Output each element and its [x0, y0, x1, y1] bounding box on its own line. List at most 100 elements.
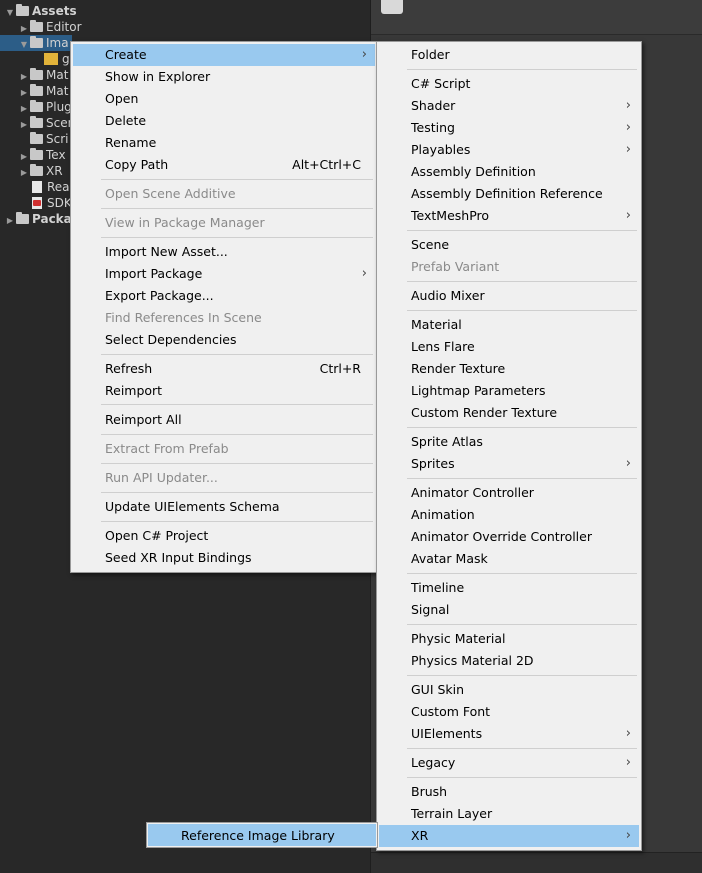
collapse-arrow-icon[interactable]: ▶ — [18, 117, 30, 133]
menu-item-xr[interactable]: XR › — [379, 825, 639, 847]
menu-item-playables[interactable]: Playables › — [379, 139, 639, 161]
menu-item-show-in-explorer[interactable]: Show in Explorer — [73, 66, 375, 88]
menu-item-scene[interactable]: Scene — [379, 234, 639, 256]
tree-item-materials[interactable]: ▶ Mat — [18, 67, 68, 83]
tree-item-textures[interactable]: ▶ Tex — [18, 147, 66, 163]
menu-item-label: C# Script — [411, 76, 471, 91]
menu-item-brush[interactable]: Brush — [379, 781, 639, 803]
tree-item-image-file[interactable]: g — [44, 51, 70, 67]
tree-label: Mat — [46, 84, 69, 98]
menu-item-material[interactable]: Material — [379, 314, 639, 336]
menu-item-reference-image-library[interactable]: Reference Image Library — [146, 822, 378, 848]
menu-item-terrain-layer[interactable]: Terrain Layer — [379, 803, 639, 825]
menu-item-textmeshpro[interactable]: TextMeshPro › — [379, 205, 639, 227]
menu-item-physics-material-2d[interactable]: Physics Material 2D — [379, 650, 639, 672]
menu-item-import-new-asset[interactable]: Import New Asset... — [73, 241, 375, 263]
menu-separator — [407, 675, 637, 676]
collapse-arrow-icon[interactable]: ▶ — [18, 165, 30, 181]
menu-separator — [407, 624, 637, 625]
submenu-arrow-icon: › — [361, 47, 367, 62]
expand-arrow-icon[interactable]: ▼ — [18, 37, 30, 53]
menu-item-custom-render-texture[interactable]: Custom Render Texture — [379, 402, 639, 424]
menu-item-folder[interactable]: Folder — [379, 44, 639, 66]
tree-item-assets[interactable]: ▼ Assets — [4, 3, 77, 19]
menu-item-testing[interactable]: Testing › — [379, 117, 639, 139]
menu-item-import-package[interactable]: Import Package › — [73, 263, 375, 285]
menu-item-shader[interactable]: Shader › — [379, 95, 639, 117]
menu-item-label: Export Package... — [105, 288, 214, 303]
menu-item-delete[interactable]: Delete — [73, 110, 375, 132]
folder-icon — [30, 116, 43, 128]
menu-item-label: Refresh — [105, 361, 153, 376]
menu-item-update-uielements-schema[interactable]: Update UIElements Schema — [73, 496, 375, 518]
menu-item-label: Avatar Mask — [411, 551, 488, 566]
menu-item-create[interactable]: Create › — [73, 44, 375, 66]
tree-label: Packa — [32, 212, 72, 226]
menu-item-assembly-definition[interactable]: Assembly Definition — [379, 161, 639, 183]
menu-item-signal[interactable]: Signal — [379, 599, 639, 621]
menu-item-label: Open C# Project — [105, 528, 209, 543]
submenu-arrow-icon: › — [625, 98, 631, 113]
menu-item-sprites[interactable]: Sprites › — [379, 453, 639, 475]
menu-item-animator-override-controller[interactable]: Animator Override Controller — [379, 526, 639, 548]
menu-item-label: Assembly Definition — [411, 164, 536, 179]
menu-item-physic-material[interactable]: Physic Material — [379, 628, 639, 650]
menu-item-timeline[interactable]: Timeline — [379, 577, 639, 599]
menu-item-label: Reference Image Library — [181, 828, 335, 843]
menu-item-label: Assembly Definition Reference — [411, 186, 603, 201]
menu-item-open-c-project[interactable]: Open C# Project — [73, 525, 375, 547]
menu-item-label: Timeline — [411, 580, 465, 595]
menu-item-label: Reimport All — [105, 412, 182, 427]
tree-item-images[interactable]: ▼ Ima — [0, 35, 72, 51]
menu-item-rename[interactable]: Rename — [73, 132, 375, 154]
menu-separator — [101, 434, 373, 435]
menu-item-copy-path[interactable]: Copy Path Alt+Ctrl+C — [73, 154, 375, 176]
menu-item-reimport[interactable]: Reimport — [73, 380, 375, 402]
menu-item-label: Physic Material — [411, 631, 506, 646]
menu-item-seed-xr-input-bindings[interactable]: Seed XR Input Bindings — [73, 547, 375, 569]
menu-item-avatar-mask[interactable]: Avatar Mask — [379, 548, 639, 570]
menu-item-uielements[interactable]: UIElements › — [379, 723, 639, 745]
menu-item-label: Open — [105, 91, 139, 106]
tree-item-readme[interactable]: Rea — [30, 179, 70, 195]
submenu-arrow-icon: › — [625, 755, 631, 770]
menu-item-refresh[interactable]: Refresh Ctrl+R — [73, 358, 375, 380]
tree-item-xr[interactable]: ▶ XR — [18, 163, 63, 179]
tree-label: Scri — [46, 132, 69, 146]
menu-item-open[interactable]: Open — [73, 88, 375, 110]
tree-item-scripts[interactable]: Scri — [30, 131, 68, 147]
menu-item-legacy[interactable]: Legacy › — [379, 752, 639, 774]
folder-icon — [30, 68, 43, 80]
menu-item-label: Shader — [411, 98, 456, 113]
menu-item-animator-controller[interactable]: Animator Controller — [379, 482, 639, 504]
menu-item-export-package[interactable]: Export Package... — [73, 285, 375, 307]
tree-item-editor[interactable]: ▶ Editor — [18, 19, 82, 35]
tree-item-plugins[interactable]: ▶ Plug — [18, 99, 72, 115]
menu-item-render-texture[interactable]: Render Texture — [379, 358, 639, 380]
tree-item-packages[interactable]: ▶ Packa — [4, 211, 72, 227]
menu-item-label: Custom Font — [411, 704, 491, 719]
expand-arrow-icon[interactable]: ▼ — [4, 5, 16, 21]
menu-item-find-references-in-scene: Find References In Scene — [73, 307, 375, 329]
folder-icon — [30, 84, 43, 96]
menu-item-c-script[interactable]: C# Script — [379, 73, 639, 95]
menu-item-label: Lightmap Parameters — [411, 383, 546, 398]
menu-item-lightmap-parameters[interactable]: Lightmap Parameters — [379, 380, 639, 402]
menu-item-gui-skin[interactable]: GUI Skin — [379, 679, 639, 701]
menu-item-assembly-definition-reference[interactable]: Assembly Definition Reference — [379, 183, 639, 205]
menu-separator — [101, 521, 373, 522]
shortcut-label: Ctrl+R — [319, 361, 361, 376]
submenu-arrow-icon: › — [625, 142, 631, 157]
tree-item-scenes[interactable]: ▶ Scen — [18, 115, 75, 131]
menu-item-animation[interactable]: Animation — [379, 504, 639, 526]
tree-item-materials-2[interactable]: ▶ Mat — [18, 83, 68, 99]
menu-item-custom-font[interactable]: Custom Font — [379, 701, 639, 723]
menu-item-lens-flare[interactable]: Lens Flare — [379, 336, 639, 358]
collapse-arrow-icon[interactable]: ▶ — [4, 213, 16, 229]
submenu-arrow-icon: › — [625, 208, 631, 223]
menu-item-audio-mixer[interactable]: Audio Mixer — [379, 285, 639, 307]
menu-item-sprite-atlas[interactable]: Sprite Atlas — [379, 431, 639, 453]
tree-item-sdk[interactable]: SDK — [30, 195, 72, 211]
menu-item-select-dependencies[interactable]: Select Dependencies — [73, 329, 375, 351]
menu-item-reimport-all[interactable]: Reimport All — [73, 409, 375, 431]
